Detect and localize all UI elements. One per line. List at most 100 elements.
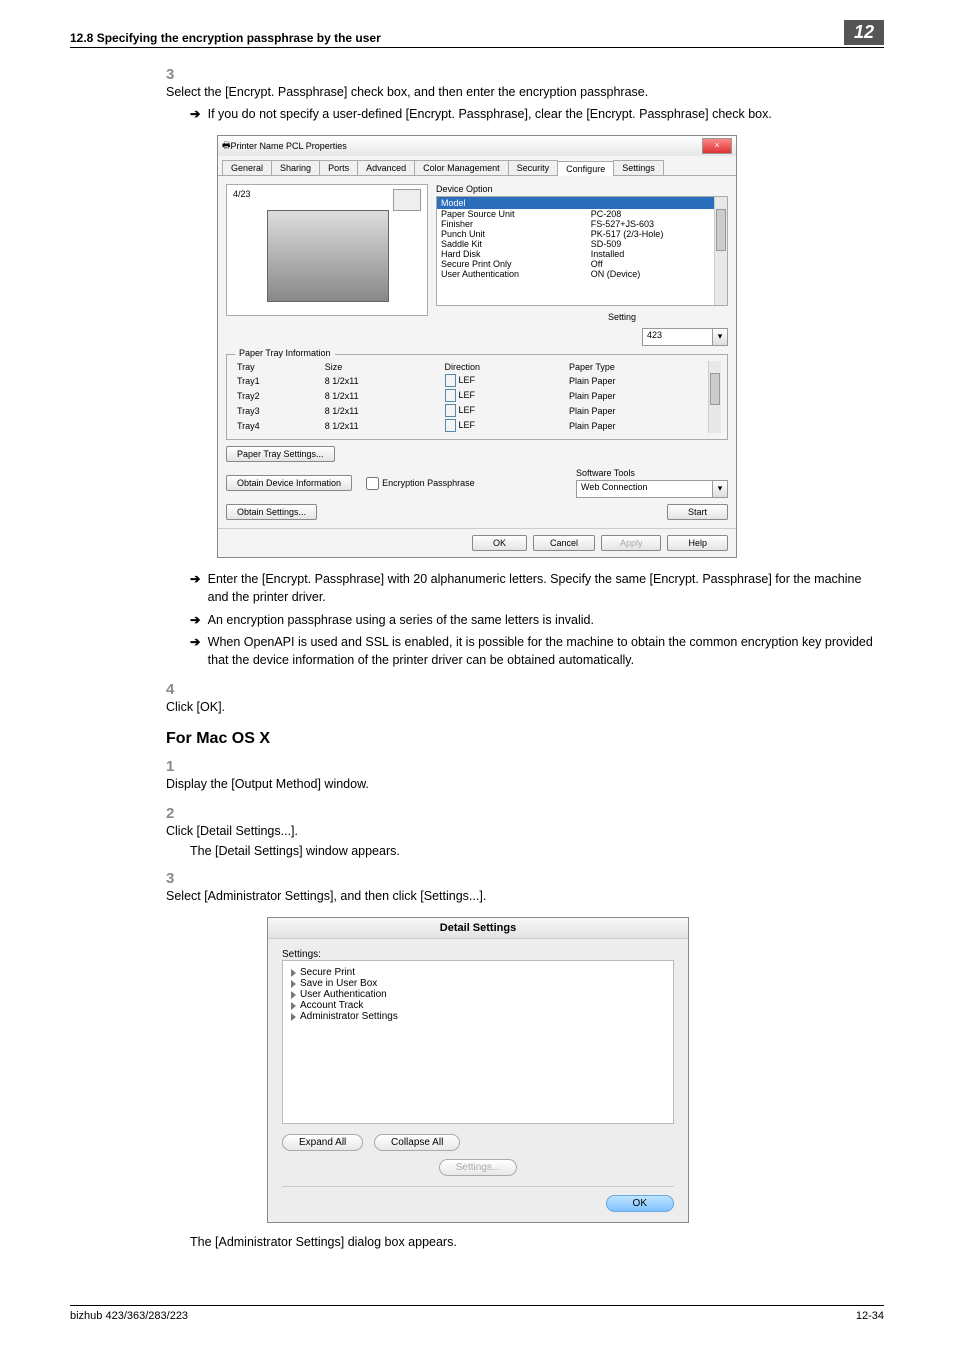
- encryption-passphrase-check[interactable]: [366, 477, 379, 490]
- printer-icon: 🖶: [222, 138, 231, 154]
- table-row[interactable]: Tray48 1/2x11LEFPlain Paper: [233, 418, 721, 433]
- bullet-text: Enter the [Encrypt. Passphrase] with 20 …: [208, 570, 884, 606]
- tab-security[interactable]: Security: [508, 160, 559, 175]
- table-row[interactable]: Tray28 1/2x11LEFPlain Paper: [233, 388, 721, 403]
- list-item[interactable]: Secure Print OnlyOff: [437, 259, 727, 269]
- disclosure-triangle-icon[interactable]: [291, 1013, 296, 1021]
- th-size: Size: [321, 361, 441, 373]
- paper-tray-settings-button[interactable]: Paper Tray Settings...: [226, 446, 335, 462]
- tab-sharing[interactable]: Sharing: [271, 160, 320, 175]
- orientation-icon: [445, 419, 456, 432]
- tab-ports[interactable]: Ports: [319, 160, 358, 175]
- step-number: 3: [166, 870, 188, 887]
- dialog-title: Detail Settings: [268, 918, 688, 939]
- step-text: Select [Administrator Settings], and the…: [166, 887, 866, 905]
- bullet-text: When OpenAPI is used and SSL is enabled,…: [208, 633, 884, 669]
- step-text: Display the [Output Method] window.: [166, 775, 866, 793]
- chevron-down-icon[interactable]: ▾: [712, 329, 727, 345]
- tab-color-management[interactable]: Color Management: [414, 160, 509, 175]
- th-tray: Tray: [233, 361, 321, 373]
- arrow-icon: ➔: [190, 105, 208, 123]
- tab-general[interactable]: General: [222, 160, 272, 175]
- settings-list[interactable]: Secure Print Save in User Box User Authe…: [282, 960, 674, 1124]
- tab-bar: General Sharing Ports Advanced Color Man…: [218, 156, 736, 176]
- step-result-text: The [Administrator Settings] dialog box …: [190, 1235, 884, 1249]
- orientation-icon: [445, 389, 456, 402]
- software-tools-combo[interactable]: Web Connection ▾: [576, 480, 728, 498]
- footer-product: bizhub 423/363/283/223: [70, 1310, 188, 1322]
- ok-button[interactable]: OK: [472, 535, 527, 551]
- list-item[interactable]: Paper Source UnitPC-208: [437, 209, 727, 219]
- software-tools-label: Software Tools: [576, 468, 728, 478]
- setting-combo[interactable]: 423 ▾: [642, 328, 728, 346]
- disclosure-triangle-icon[interactable]: [291, 1002, 296, 1010]
- ok-button[interactable]: OK: [606, 1195, 674, 1212]
- device-option-list[interactable]: Model Paper Source UnitPC-208 FinisherFS…: [436, 196, 728, 306]
- setting-label: Setting: [436, 312, 636, 322]
- help-button[interactable]: Help: [667, 535, 728, 551]
- printer-preview: 4/23: [226, 184, 428, 316]
- list-item[interactable]: Hard DiskInstalled: [437, 249, 727, 259]
- device-option-label: Device Option: [436, 184, 728, 194]
- footer-page-number: 12-34: [856, 1310, 884, 1322]
- orientation-icon: [445, 374, 456, 387]
- arrow-icon: ➔: [190, 633, 208, 669]
- section-heading: For Mac OS X: [166, 730, 884, 748]
- tab-settings[interactable]: Settings: [613, 160, 664, 175]
- paper-icon: [393, 189, 421, 211]
- apply-button[interactable]: Apply: [601, 535, 662, 551]
- detail-settings-dialog: Detail Settings Settings: Secure Print S…: [267, 917, 689, 1223]
- list-item[interactable]: Administrator Settings: [291, 1011, 665, 1022]
- tab-advanced[interactable]: Advanced: [357, 160, 415, 175]
- close-icon[interactable]: ×: [702, 138, 732, 154]
- dialog-title: Printer Name PCL Properties: [231, 141, 701, 151]
- table-row[interactable]: Tray18 1/2x11LEFPlain Paper: [233, 373, 721, 388]
- expand-all-button[interactable]: Expand All: [282, 1134, 363, 1151]
- start-button[interactable]: Start: [667, 504, 728, 520]
- settings-button[interactable]: Settings...: [439, 1159, 517, 1176]
- step-text: Click [OK].: [166, 698, 866, 716]
- scrollbar[interactable]: [714, 197, 727, 305]
- settings-label: Settings:: [282, 949, 674, 960]
- properties-dialog: 🖶 Printer Name PCL Properties × General …: [217, 135, 737, 558]
- arrow-icon: ➔: [190, 611, 208, 629]
- page-section-title: 12.8 Specifying the encryption passphras…: [70, 31, 381, 45]
- step-number: 3: [166, 66, 188, 83]
- cancel-button[interactable]: Cancel: [533, 535, 595, 551]
- encryption-passphrase-checkbox[interactable]: Encryption Passphrase: [366, 477, 475, 490]
- step-number: 2: [166, 805, 188, 822]
- step-number: 1: [166, 758, 188, 775]
- disclosure-triangle-icon[interactable]: [291, 980, 296, 988]
- encryption-passphrase-label: Encryption Passphrase: [382, 478, 475, 488]
- orientation-icon: [445, 404, 456, 417]
- collapse-all-button[interactable]: Collapse All: [374, 1134, 460, 1151]
- table-row[interactable]: Tray38 1/2x11LEFPlain Paper: [233, 403, 721, 418]
- preview-counter: 4/23: [233, 189, 251, 199]
- chevron-down-icon[interactable]: ▾: [712, 481, 727, 497]
- model-row-selected[interactable]: Model: [437, 197, 727, 209]
- tab-configure[interactable]: Configure: [557, 161, 614, 176]
- list-item[interactable]: Account Track: [291, 1000, 665, 1011]
- list-item[interactable]: User AuthenticationON (Device): [437, 269, 727, 279]
- chapter-number: 12: [844, 20, 884, 45]
- list-item[interactable]: Punch UnitPK-517 (2/3-Hole): [437, 229, 727, 239]
- step-text: Click [Detail Settings...].: [166, 822, 866, 840]
- web-connection-value: Web Connection: [577, 481, 727, 493]
- th-direction: Direction: [441, 361, 565, 373]
- th-paper-type: Paper Type: [565, 361, 721, 373]
- list-item[interactable]: User Authentication: [291, 989, 665, 1000]
- obtain-settings-button[interactable]: Obtain Settings...: [226, 504, 317, 520]
- list-item[interactable]: Save in User Box: [291, 978, 665, 989]
- list-item[interactable]: FinisherFS-527+JS-603: [437, 219, 727, 229]
- bullet-text: An encryption passphrase using a series …: [208, 611, 884, 629]
- obtain-device-info-button[interactable]: Obtain Device Information: [226, 475, 352, 491]
- list-item[interactable]: Saddle KitSD-509: [437, 239, 727, 249]
- scrollbar[interactable]: [708, 361, 721, 433]
- printer-image: [267, 210, 389, 302]
- list-item[interactable]: Secure Print: [291, 967, 665, 978]
- step-number: 4: [166, 681, 188, 698]
- arrow-icon: ➔: [190, 570, 208, 606]
- step-result-text: The [Detail Settings] window appears.: [190, 844, 884, 858]
- disclosure-triangle-icon[interactable]: [291, 969, 296, 977]
- disclosure-triangle-icon[interactable]: [291, 991, 296, 999]
